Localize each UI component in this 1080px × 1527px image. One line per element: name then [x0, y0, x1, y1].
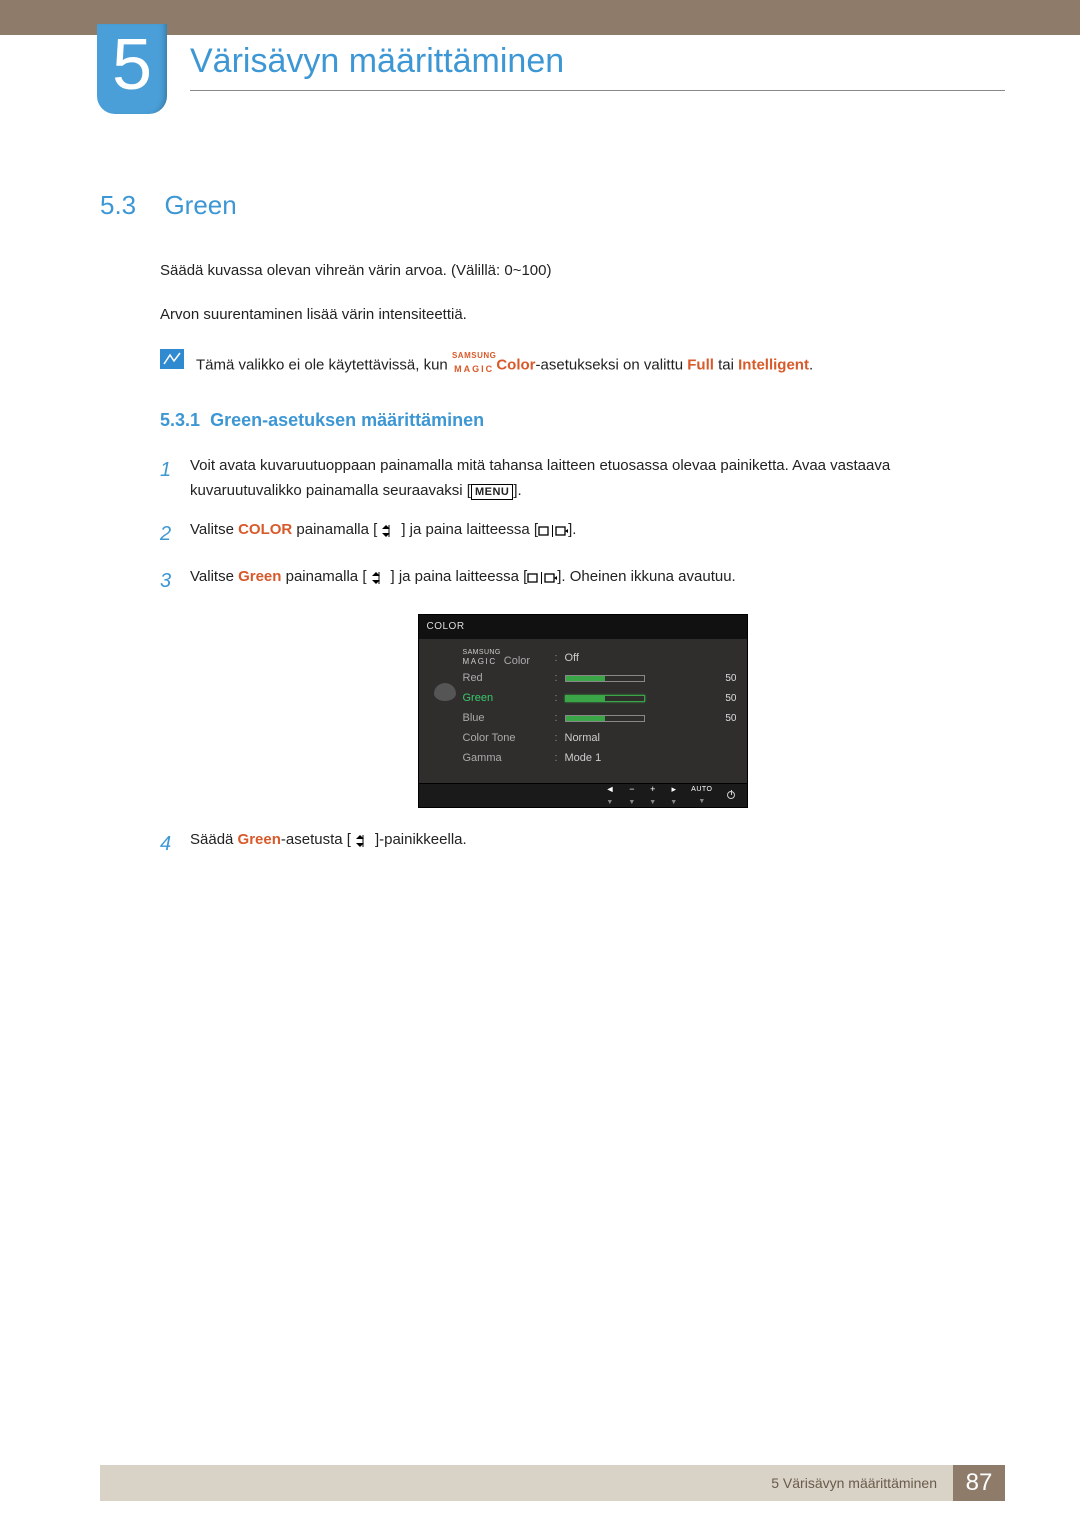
osd-row-blue: Blue: 50 [463, 709, 737, 729]
steps-list-2: 4 Säädä Green-asetusta [ ]-painikkeella. [160, 828, 1005, 861]
note-part-end: . [809, 357, 813, 374]
osd-color-suffix: Color [501, 655, 530, 667]
osd-red-value: 50 [713, 671, 737, 687]
step-3: 3 Valitse Green painamalla [ ] ja paina l… [160, 565, 1005, 598]
note-text: Tämä valikko ei ole käytettävissä, kun S… [196, 347, 813, 378]
step2-text-d: ]. [568, 521, 576, 538]
step3-text-d: ]. Oheinen ikkuna avautuu. [557, 568, 735, 585]
osd-screenshot: COLOR SAMSUNGMAGIC Color : Off Red: [418, 614, 748, 808]
osd-side-icon-area [427, 649, 463, 769]
section-number: 5.3 [100, 190, 160, 221]
step4-text-a: Säädä [190, 831, 238, 848]
section-container: 5.3 Green Säädä kuvassa olevan vihreän v… [100, 190, 1005, 875]
subsection-number: 5.3.1 [160, 410, 200, 430]
osd-magic-label: MAGIC [463, 657, 497, 666]
step2-color-label: COLOR [238, 521, 292, 538]
magic-label: MAGIC [454, 364, 494, 374]
intro-text-1: Säädä kuvassa olevan vihreän värin arvoa… [160, 259, 1005, 283]
step3-text-a: Valitse [190, 568, 238, 585]
footer-page-number: 87 [953, 1465, 1005, 1501]
step-number-3: 3 [160, 565, 178, 598]
samsung-label: SAMSUNG [452, 351, 496, 360]
note-row: Tämä valikko ei ole käytettävissä, kun S… [160, 347, 1005, 378]
step3-text-b: painamalla [ [281, 568, 366, 585]
menu-key-icon: MENU [471, 484, 513, 500]
osd-btn-enter: ▸▼ [670, 782, 677, 809]
section-title: Green [164, 190, 236, 220]
step3-text-c: ] ja paina laitteessa [ [391, 568, 528, 585]
osd-green-bar [565, 695, 645, 702]
osd-btn-auto: AUTO▼ [691, 784, 712, 807]
osd-blue-bar [565, 715, 645, 722]
osd-btn-minus: −▼ [628, 782, 635, 809]
osd-green-value: 50 [713, 691, 737, 707]
subsection-heading: 5.3.1 Green-asetuksen määrittäminen [160, 406, 1005, 435]
step-number-2: 2 [160, 518, 178, 551]
step1-text-a: Voit avata kuvaruutuoppaan painamalla mi… [190, 457, 890, 499]
up-down-arrow-icon [377, 525, 401, 537]
page-footer: 5 Värisävyn määrittäminen 87 [100, 1465, 1005, 1501]
up-down-arrow-icon [351, 835, 375, 847]
note-icon [160, 349, 184, 369]
step2-text-a: Valitse [190, 521, 238, 538]
step-number-1: 1 [160, 454, 178, 504]
osd-red-bar [565, 675, 645, 682]
osd-row-green: Green: 50 [463, 689, 737, 709]
step4-green-label: Green [238, 831, 281, 848]
osd-btn-plus: +▼ [649, 782, 656, 809]
step-number-4: 4 [160, 828, 178, 861]
step1-text-b: ]. [513, 482, 521, 499]
intelligent-label: Intelligent [738, 357, 809, 374]
palette-icon [434, 683, 456, 701]
osd-row-magiccolor: SAMSUNGMAGIC Color : Off [463, 649, 737, 669]
osd-red-label: Red [463, 670, 555, 688]
osd-row-red: Red: 50 [463, 669, 737, 689]
step-1: 1 Voit avata kuvaruutuoppaan painamalla … [160, 454, 1005, 504]
subsection-title: Green-asetuksen määrittäminen [210, 410, 484, 430]
osd-bottom-buttons: ◄▼ −▼ +▼ ▸▼ AUTO▼ [419, 783, 747, 807]
osd-green-label: Green [463, 690, 555, 708]
step3-green-label: Green [238, 568, 281, 585]
osd-btn-power [727, 791, 735, 799]
source-enter-icon [538, 525, 568, 537]
osd-row-gamma: Gamma: Mode 1 [463, 749, 737, 769]
chapter-header: 5 Värisävyn määrittäminen [0, 0, 1080, 20]
chapter-title: Värisävyn määrittäminen [190, 42, 564, 81]
chapter-number-badge: 5 [97, 24, 167, 114]
step2-text-c: ] ja paina laitteessa [ [401, 521, 538, 538]
osd-tone-value: Normal [565, 730, 713, 748]
step4-text-b: -asetusta [ [281, 831, 351, 848]
step-4: 4 Säädä Green-asetusta [ ]-painikkeella. [160, 828, 1005, 861]
osd-blue-value: 50 [713, 711, 737, 727]
step2-text-b: painamalla [ [292, 521, 377, 538]
osd-tone-label: Color Tone [463, 730, 555, 748]
up-down-arrow-icon [367, 572, 391, 584]
full-label: Full [687, 357, 714, 374]
section-body: Säädä kuvassa olevan vihreän värin arvoa… [160, 259, 1005, 861]
steps-list: 1 Voit avata kuvaruutuoppaan painamalla … [160, 454, 1005, 598]
osd-btn-back: ◄▼ [605, 782, 614, 809]
section-heading: 5.3 Green [100, 190, 1005, 221]
osd-title: COLOR [419, 615, 747, 639]
note-part-before: Tämä valikko ei ole käytettävissä, kun [196, 357, 452, 374]
osd-gamma-value: Mode 1 [565, 750, 713, 768]
step-2: 2 Valitse COLOR painamalla [ ] ja paina l… [160, 518, 1005, 551]
footer-chapter-label: 5 Värisävyn määrittäminen [100, 1465, 953, 1501]
step4-text-c: ]-painikkeella. [375, 831, 467, 848]
osd-blue-label: Blue [463, 710, 555, 728]
source-enter-icon [527, 572, 557, 584]
color-label: Color [496, 357, 535, 374]
note-part-or: tai [714, 357, 738, 374]
osd-gamma-label: Gamma [463, 750, 555, 768]
osd-samsung-label: SAMSUNG [463, 649, 501, 656]
note-part-mid: -asetukseksi on valittu [536, 357, 688, 374]
osd-magiccolor-value: Off [565, 650, 713, 668]
osd-row-colortone: Color Tone: Normal [463, 729, 737, 749]
chapter-divider [190, 90, 1005, 91]
intro-text-2: Arvon suurentaminen lisää värin intensit… [160, 303, 1005, 327]
